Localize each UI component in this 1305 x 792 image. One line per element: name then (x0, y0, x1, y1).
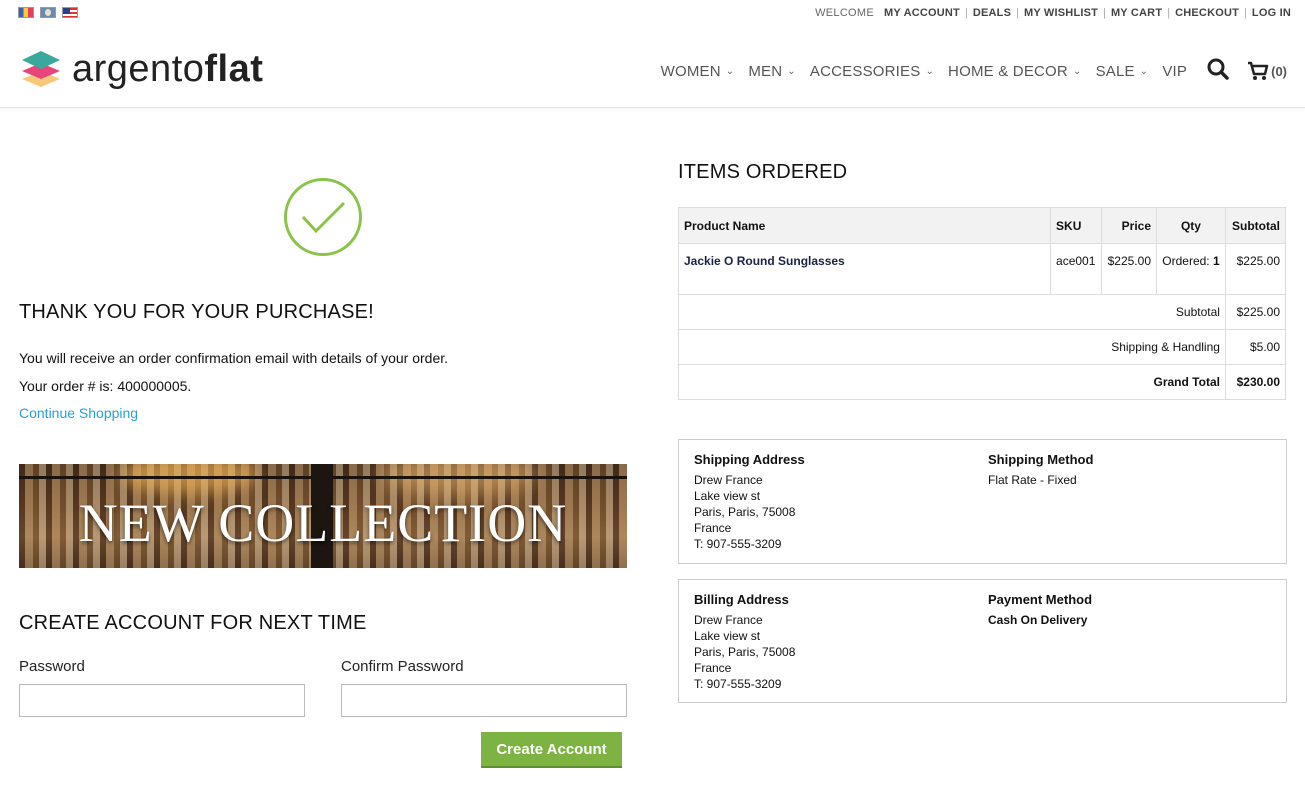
address-line: Drew France (694, 473, 763, 487)
address-line: T: 907-555-3209 (694, 537, 782, 551)
chevron-down-icon: ⌄ (1072, 65, 1082, 77)
create-account-title: CREATE ACCOUNT FOR NEXT TIME (19, 612, 367, 634)
nav-label: SALE (1095, 62, 1135, 80)
address-line: T: 907-555-3209 (694, 677, 782, 691)
grand-total-row: Grand Total $230.00 (678, 364, 1287, 400)
password-field[interactable] (19, 684, 305, 717)
top-links: WELCOME MY ACCOUNT | DEALS | MY WISHLIST | … (815, 7, 1291, 19)
table-row: Jackie O Round Sunglasses ace001 $225.00… (677, 243, 1287, 295)
create-account-button[interactable]: Create Account (481, 732, 622, 768)
log-in-link[interactable]: LOG IN (1252, 7, 1291, 19)
main-nav: WOMEN ⌄ MEN ⌄ ACCESSORIES ⌄ HOME & DECOR ⌄ S… (661, 58, 1287, 84)
address-line: Paris, Paris, 75008 (694, 505, 796, 519)
my-account-link[interactable]: MY ACCOUNT (884, 7, 960, 19)
language-switcher (18, 7, 78, 18)
total-value: $225.00 (1224, 294, 1287, 330)
column-header: Price (1101, 207, 1157, 244)
total-value: $230.00 (1224, 364, 1287, 400)
payment-method-value: Cash On Delivery (988, 613, 1088, 627)
nav-item-accessories[interactable]: ACCESSORIES ⌄ (810, 63, 934, 80)
qty-label: Ordered: (1162, 254, 1210, 268)
product-qty: Ordered: 1 (1156, 243, 1226, 295)
new-collection-banner[interactable]: NEW COLLECTION (19, 464, 627, 568)
items-ordered-title: ITEMS ORDERED (678, 161, 848, 183)
address-line: Lake view st (694, 489, 761, 503)
address-line: Drew France (694, 613, 763, 627)
column-header: Subtotal (1224, 207, 1287, 244)
payment-method: Payment Method Cash On Delivery (988, 592, 1092, 628)
shipping-address: Shipping Address Drew France Lake view s… (694, 452, 805, 552)
product-sku: ace001 (1050, 243, 1103, 295)
total-value: $5.00 (1224, 329, 1287, 365)
shipping-method: Shipping Method Flat Rate - Fixed (988, 452, 1093, 488)
logo-layers-icon (22, 51, 60, 87)
product-subtotal: $225.00 (1224, 243, 1287, 295)
subtotal-row: Subtotal $225.00 (678, 294, 1287, 330)
flag-en-icon[interactable] (62, 7, 78, 18)
my-wishlist-link[interactable]: MY WISHLIST (1024, 7, 1098, 19)
product-name: Jackie O Round Sunglasses (684, 254, 845, 268)
billing-address-title: Billing Address (694, 592, 789, 607)
banner-text: NEW COLLECTION (78, 493, 568, 553)
chevron-down-icon: ⌄ (787, 65, 796, 77)
continue-shopping-link[interactable]: Continue Shopping (19, 405, 138, 421)
nav-label: HOME & DECOR (948, 62, 1068, 80)
billing-info-box: Billing Address Drew France Lake view st… (678, 579, 1287, 703)
password-label: Password (19, 658, 85, 675)
nav-item-home-decor[interactable]: HOME & DECOR ⌄ (948, 63, 1082, 80)
thank-you-title: THANK YOU FOR YOUR PURCHASE! (19, 301, 374, 323)
logo-text-bold: flat (204, 48, 264, 90)
address-line: France (694, 521, 732, 535)
items-ordered-table: Product Name SKU Price Qty Subtotal Jack… (677, 207, 1287, 400)
column-header: Qty (1156, 207, 1226, 244)
address-line: France (694, 661, 732, 675)
nav-label: ACCESSORIES (809, 62, 921, 80)
address-line: Paris, Paris, 75008 (694, 645, 796, 659)
shipping-address-title: Shipping Address (694, 452, 805, 467)
flag-de-icon[interactable] (40, 7, 56, 18)
table-header-row: Product Name SKU Price Qty Subtotal (677, 207, 1287, 244)
shipping-row: Shipping & Handling $5.00 (678, 329, 1287, 365)
order-number-text: Your order # is: 400000005. (19, 378, 192, 394)
confirm-password-field[interactable] (341, 684, 627, 717)
confirm-password-label: Confirm Password (341, 658, 464, 675)
chevron-down-icon: ⌄ (725, 65, 735, 77)
shipping-method-title: Shipping Method (988, 452, 1094, 467)
chevron-down-icon: ⌄ (925, 65, 935, 77)
site-logo[interactable]: argentoflat (20, 47, 263, 91)
cart-count: (0) (1271, 63, 1287, 79)
deals-link[interactable]: DEALS (973, 7, 1011, 19)
nav-item-men[interactable]: MEN ⌄ (748, 63, 796, 80)
checkout-link[interactable]: CHECKOUT (1175, 7, 1239, 19)
shipping-info-box: Shipping Address Drew France Lake view s… (678, 439, 1287, 564)
cart-icon (1248, 61, 1269, 80)
nav-label: VIP (1162, 62, 1188, 80)
product-price: $225.00 (1101, 243, 1157, 295)
cart-button[interactable]: (0) (1247, 61, 1287, 81)
logo-text-light: argento (72, 48, 205, 90)
nav-item-sale[interactable]: SALE ⌄ (1096, 63, 1149, 80)
nav-label: MEN (748, 62, 783, 80)
nav-label: WOMEN (660, 62, 721, 80)
total-label: Subtotal (678, 294, 1226, 330)
confirmation-text: You will receive an order confirmation e… (19, 350, 449, 366)
search-icon[interactable] (1207, 58, 1229, 84)
total-label: Grand Total (678, 364, 1226, 400)
nav-item-vip[interactable]: VIP (1162, 63, 1187, 80)
my-cart-link[interactable]: MY CART (1111, 7, 1162, 19)
payment-method-title: Payment Method (988, 592, 1093, 607)
total-label: Shipping & Handling (678, 329, 1226, 365)
billing-address: Billing Address Drew France Lake view st… (694, 592, 795, 692)
site-header: argentoflat WOMEN ⌄ MEN ⌄ ACCESSORIES ⌄ HOM… (0, 30, 1305, 108)
chevron-down-icon: ⌄ (1139, 65, 1149, 77)
column-header: Product Name (677, 207, 1052, 244)
shipping-method-value: Flat Rate - Fixed (988, 473, 1077, 487)
welcome-text: WELCOME (815, 7, 875, 19)
flag-fr-icon[interactable] (18, 7, 34, 18)
qty-value: 1 (1212, 254, 1220, 268)
success-check-icon (284, 178, 362, 256)
nav-item-women[interactable]: WOMEN ⌄ (661, 63, 735, 80)
address-line: Lake view st (694, 629, 761, 643)
column-header: SKU (1050, 207, 1103, 244)
